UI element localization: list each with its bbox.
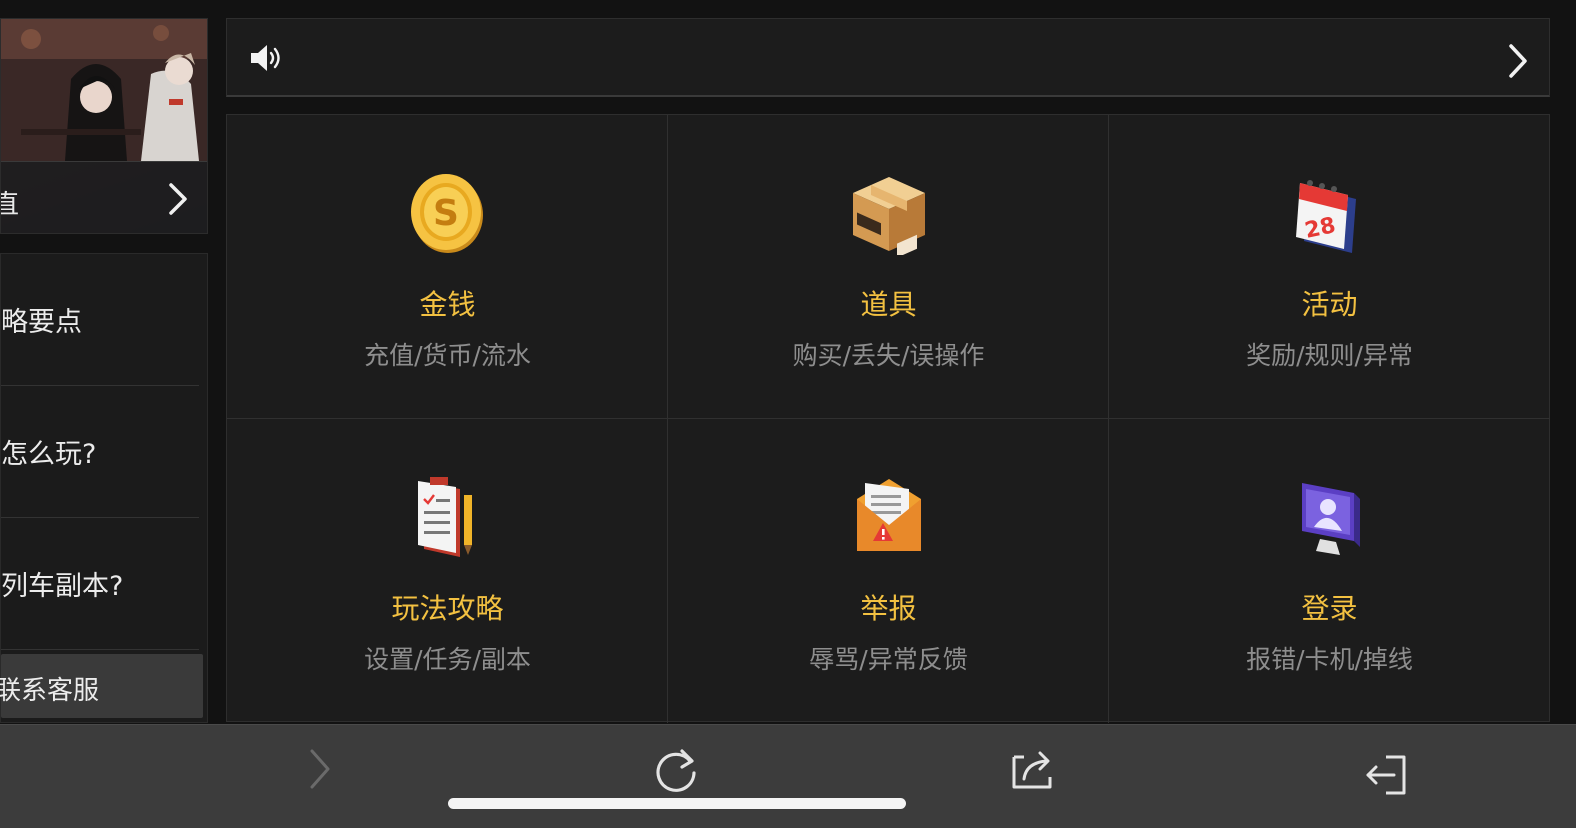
contact-support-button[interactable]: 联系客服 <box>0 654 203 718</box>
faq-item-label: 列车副本? <box>1 571 124 602</box>
banner-artwork <box>1 19 207 161</box>
faq-item[interactable]: 怎么玩? <box>1 386 199 518</box>
banner-bar: 直 <box>1 161 207 233</box>
forward-icon[interactable] <box>290 739 350 799</box>
notice-bar[interactable] <box>226 18 1550 97</box>
category-grid: S 金钱 充值/货币/流水 道具 购买/丢失/误操作 28 活动 奖励/规则/异… <box>226 114 1550 723</box>
category-title: 登录 <box>1301 592 1358 625</box>
faq-item[interactable]: 略要点 <box>1 254 199 386</box>
faq-item-label: 略要点 <box>1 307 82 338</box>
package-box-icon <box>853 177 925 255</box>
category-events[interactable]: 28 活动 奖励/规则/异常 <box>1109 115 1550 419</box>
category-subtitle: 充值/货币/流水 <box>364 341 531 370</box>
faq-panel: 略要点 怎么玩? 列车副本? 联系客服 <box>0 253 208 723</box>
category-title: 举报 <box>860 592 917 625</box>
chevron-right-icon <box>169 183 187 215</box>
warning-envelope-icon <box>857 479 921 551</box>
exit-icon[interactable] <box>1356 745 1416 805</box>
category-title: 活动 <box>1301 288 1358 321</box>
faq-item[interactable]: 列车副本? <box>1 518 199 650</box>
share-icon[interactable] <box>1002 739 1062 799</box>
category-subtitle: 辱骂/异常反馈 <box>809 645 968 674</box>
category-subtitle: 购买/丢失/误操作 <box>792 341 985 370</box>
category-items[interactable]: 道具 购买/丢失/误操作 <box>668 115 1109 419</box>
category-subtitle: 奖励/规则/异常 <box>1246 341 1413 370</box>
clipboard-icon <box>418 477 472 557</box>
category-title: 玩法攻略 <box>391 592 504 625</box>
chevron-right-icon[interactable] <box>1507 43 1529 79</box>
gold-coin-icon: S <box>411 174 483 253</box>
home-indicator[interactable] <box>448 798 906 809</box>
app-root: 直 略要点 怎么玩? 列车副本? 联系客服 <box>0 0 1576 828</box>
category-subtitle: 设置/任务/副本 <box>364 645 531 674</box>
svg-text:S: S <box>433 193 459 234</box>
browser-toolbar <box>0 724 1576 828</box>
faq-item-label: 怎么玩? <box>1 439 97 470</box>
category-login[interactable]: 登录 报错/卡机/掉线 <box>1109 419 1550 723</box>
category-guides[interactable]: 玩法攻略 设置/任务/副本 <box>227 419 668 723</box>
category-title: 金钱 <box>419 288 476 321</box>
banner-card[interactable]: 直 <box>0 18 208 234</box>
category-subtitle: 报错/卡机/掉线 <box>1246 645 1413 674</box>
reload-icon[interactable] <box>646 739 706 799</box>
calendar-icon: 28 <box>1296 180 1356 253</box>
banner-label: 直 <box>1 184 19 221</box>
contact-support-label: 联系客服 <box>0 676 100 706</box>
category-report[interactable]: 举报 辱骂/异常反馈 <box>668 419 1109 723</box>
category-title: 道具 <box>860 288 917 321</box>
category-money[interactable]: S 金钱 充值/货币/流水 <box>227 115 668 419</box>
user-monitor-icon <box>1302 483 1360 555</box>
speaker-icon <box>251 45 280 71</box>
